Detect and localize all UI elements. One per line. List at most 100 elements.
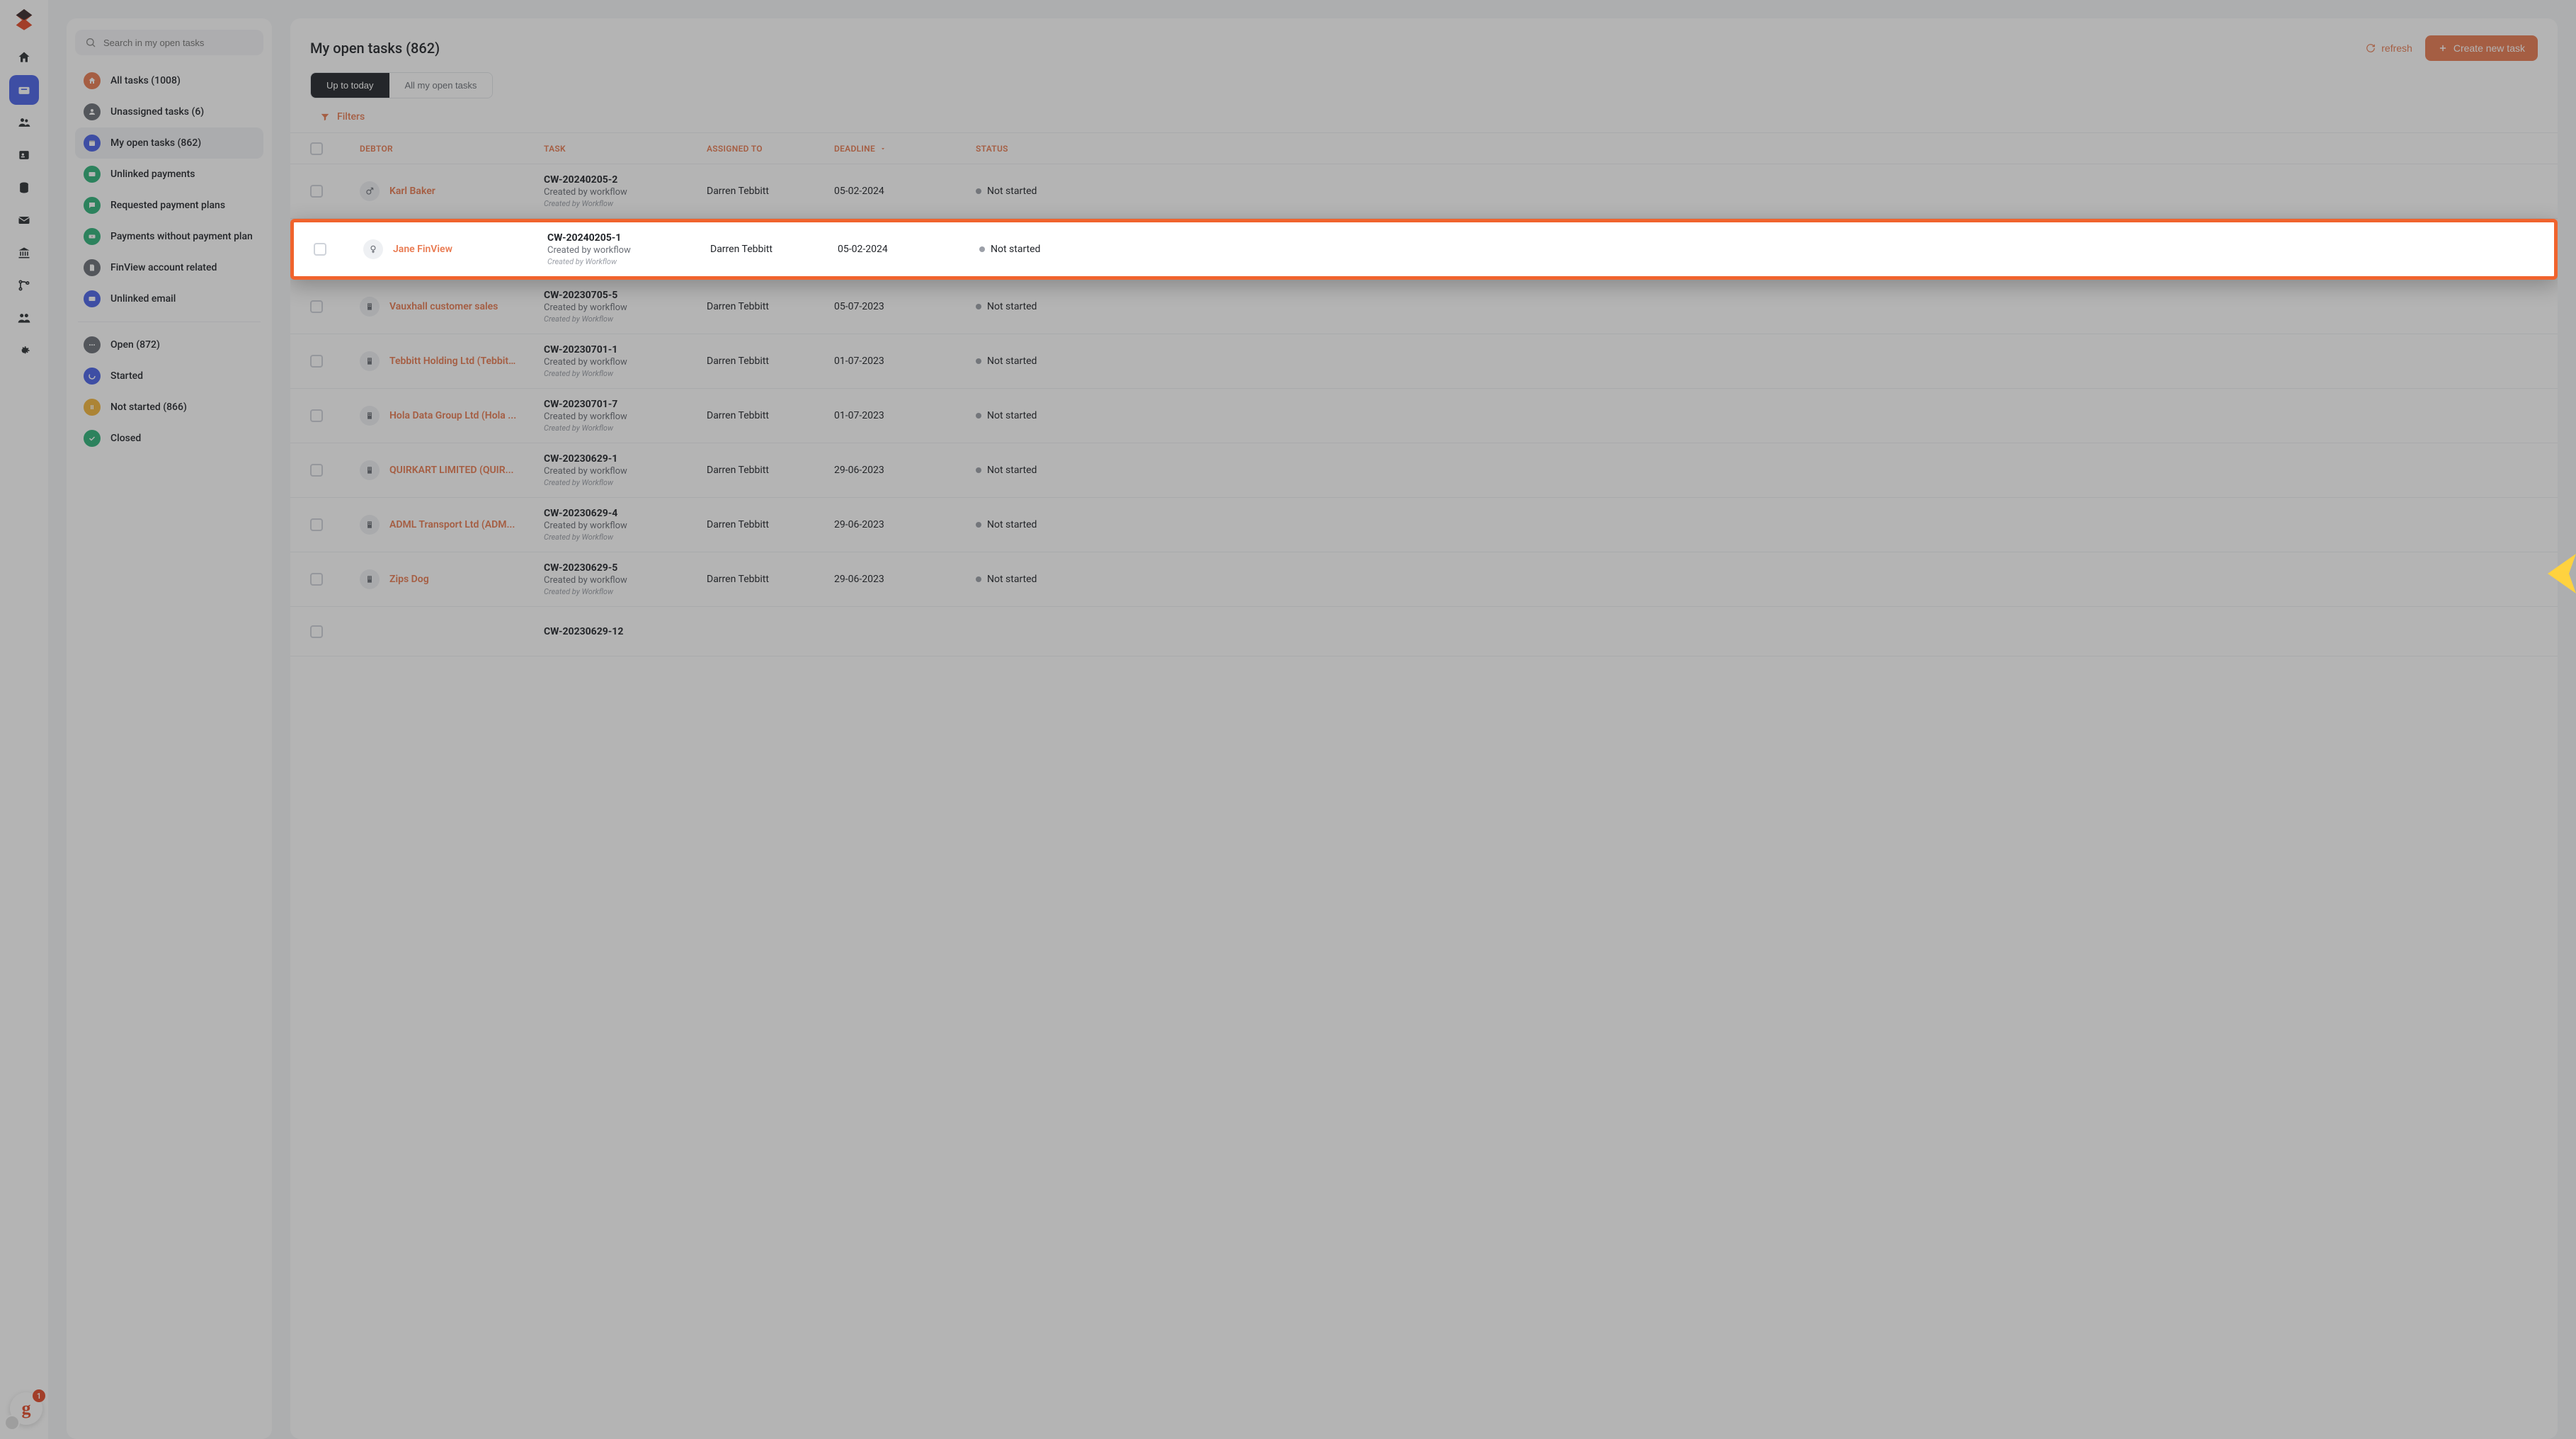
help-count: 1 (33, 1389, 45, 1402)
building-icon (360, 515, 380, 535)
row-checkbox[interactable] (310, 409, 323, 422)
table-row[interactable]: CW-20230629-12 (290, 607, 2558, 656)
create-label: Create new task (2454, 42, 2525, 54)
sidebar-item[interactable]: Requested payment plans (75, 190, 263, 221)
task-subtitle: Created by workflow (547, 245, 710, 256)
row-checkbox[interactable] (310, 573, 323, 586)
row-checkbox[interactable] (310, 300, 323, 313)
nav-database[interactable] (9, 173, 39, 203)
nav-home[interactable] (9, 42, 39, 72)
sidebar-item[interactable]: Unlinked payments (75, 159, 263, 190)
nav-tasks[interactable] (9, 75, 39, 105)
building-icon (360, 569, 380, 589)
nav-bank[interactable] (9, 238, 39, 268)
deadline: 01-07-2023 (834, 410, 976, 421)
sidebar-item[interactable]: Closed (75, 423, 263, 454)
help-widget[interactable]: g 1 (10, 1392, 42, 1425)
task-subtitle: Created by workflow (544, 575, 707, 586)
pause-icon (84, 399, 101, 416)
tab-all-open[interactable]: All my open tasks (389, 73, 493, 98)
debtor-link[interactable]: Zips Dog (389, 574, 429, 585)
table-row[interactable]: QUIRKART LIMITED (QUIR... CW-20230629-1 … (290, 443, 2558, 498)
debtor-link[interactable]: Tebbitt Holding Ltd (Tebbit... (389, 356, 517, 367)
male-icon (360, 181, 380, 201)
task-subtitle: Created by workflow (544, 411, 707, 422)
task-id: CW-20230629-1 (544, 453, 707, 465)
row-checkbox[interactable] (310, 185, 323, 198)
status-dot-icon (976, 304, 981, 309)
row-checkbox[interactable] (310, 464, 323, 477)
building-icon (360, 297, 380, 317)
row-checkbox[interactable] (310, 625, 323, 638)
sidebar-item[interactable]: All tasks (1008) (75, 65, 263, 96)
sidebar-item[interactable]: Payments without payment plan (75, 221, 263, 252)
debtor-link[interactable]: Jane FinView (393, 244, 452, 255)
search-input[interactable] (75, 30, 263, 55)
debtor-link[interactable]: QUIRKART LIMITED (QUIR... (389, 465, 514, 476)
sidebar-item-label: Closed (110, 433, 141, 444)
app-logo (12, 7, 36, 31)
row-checkbox[interactable] (310, 355, 323, 368)
check-icon (84, 430, 101, 447)
select-all-checkbox[interactable] (310, 142, 323, 155)
sidebar-item-label: Started (110, 370, 143, 382)
table-row[interactable]: Jane FinView CW-20240205-1 Created by wo… (290, 219, 2558, 280)
sidebar-item[interactable]: Open (872) (75, 329, 263, 360)
table-row[interactable]: Zips Dog CW-20230629-5 Created by workfl… (290, 552, 2558, 607)
home-icon (84, 72, 101, 89)
sidebar-item[interactable]: Started (75, 360, 263, 392)
row-checkbox[interactable] (310, 518, 323, 531)
nav-team[interactable] (9, 303, 39, 333)
nav-branch[interactable] (9, 271, 39, 300)
nav-contact[interactable] (9, 140, 39, 170)
table-row[interactable]: Vauxhall customer sales CW-20230705-5 Cr… (290, 280, 2558, 334)
status-label: Not started (991, 244, 1040, 255)
col-deadline[interactable]: DEADLINE (834, 144, 976, 154)
filters-toggle[interactable]: Filters (290, 98, 2558, 133)
debtor-link[interactable]: Karl Baker (389, 186, 435, 197)
task-subtitle: Created by workflow (544, 466, 707, 477)
deadline: 29-06-2023 (834, 574, 976, 585)
table-row[interactable]: Hola Data Group Ltd (Hola ... CW-2023070… (290, 389, 2558, 443)
debtor-link[interactable]: Vauxhall customer sales (389, 301, 498, 312)
nav-mail[interactable] (9, 205, 39, 235)
refresh-button[interactable]: refresh (2366, 42, 2412, 54)
sidebar-item[interactable]: My open tasks (862) (75, 127, 263, 159)
debtor-link[interactable]: ADML Transport Ltd (ADM... (389, 519, 515, 530)
task-id: CW-20230629-4 (544, 508, 707, 519)
assigned-to: Darren Tebbitt (707, 574, 834, 585)
user-avatar[interactable] (4, 1415, 20, 1431)
task-id: CW-20230701-7 (544, 399, 707, 410)
col-task[interactable]: TASK (544, 144, 707, 154)
table-row[interactable]: ADML Transport Ltd (ADM... CW-20230629-4… (290, 498, 2558, 552)
col-assigned[interactable]: ASSIGNED TO (707, 144, 834, 154)
sidebar-item[interactable]: Not started (866) (75, 392, 263, 423)
sidebar-item[interactable]: Unassigned tasks (6) (75, 96, 263, 127)
assigned-to: Darren Tebbitt (707, 356, 834, 367)
help-letter: g (22, 1398, 31, 1419)
female-icon (363, 239, 383, 259)
table-row[interactable]: Tebbitt Holding Ltd (Tebbit... CW-202307… (290, 334, 2558, 389)
table-row[interactable]: Karl Baker CW-20240205-2 Created by work… (290, 164, 2558, 219)
col-debtor[interactable]: DEBTOR (360, 144, 544, 154)
status-label: Not started (987, 465, 1037, 476)
sidebar-item[interactable]: FinView account related (75, 252, 263, 283)
task-scope-tabs: Up to today All my open tasks (310, 72, 493, 98)
assigned-to: Darren Tebbitt (707, 301, 834, 312)
refresh-label: refresh (2381, 42, 2412, 54)
status-dot-icon (976, 358, 981, 364)
nav-settings[interactable] (9, 336, 39, 365)
search-field[interactable] (103, 38, 253, 48)
sidebar-item-label: Payments without payment plan (110, 231, 253, 242)
task-subtitle: Created by workflow (544, 521, 707, 531)
debtor-link[interactable]: Hola Data Group Ltd (Hola ... (389, 410, 516, 421)
task-subtitle: Created by workflow (544, 187, 707, 198)
sidebar-item-label: FinView account related (110, 262, 217, 273)
col-status[interactable]: STATUS (976, 144, 2538, 154)
row-checkbox[interactable] (314, 243, 326, 256)
nav-people[interactable] (9, 108, 39, 137)
create-task-button[interactable]: Create new task (2425, 35, 2538, 61)
table-header: DEBTOR TASK ASSIGNED TO DEADLINE STATUS (290, 133, 2558, 164)
sidebar-item[interactable]: Unlinked email (75, 283, 263, 314)
tab-up-to-today[interactable]: Up to today (311, 73, 389, 98)
